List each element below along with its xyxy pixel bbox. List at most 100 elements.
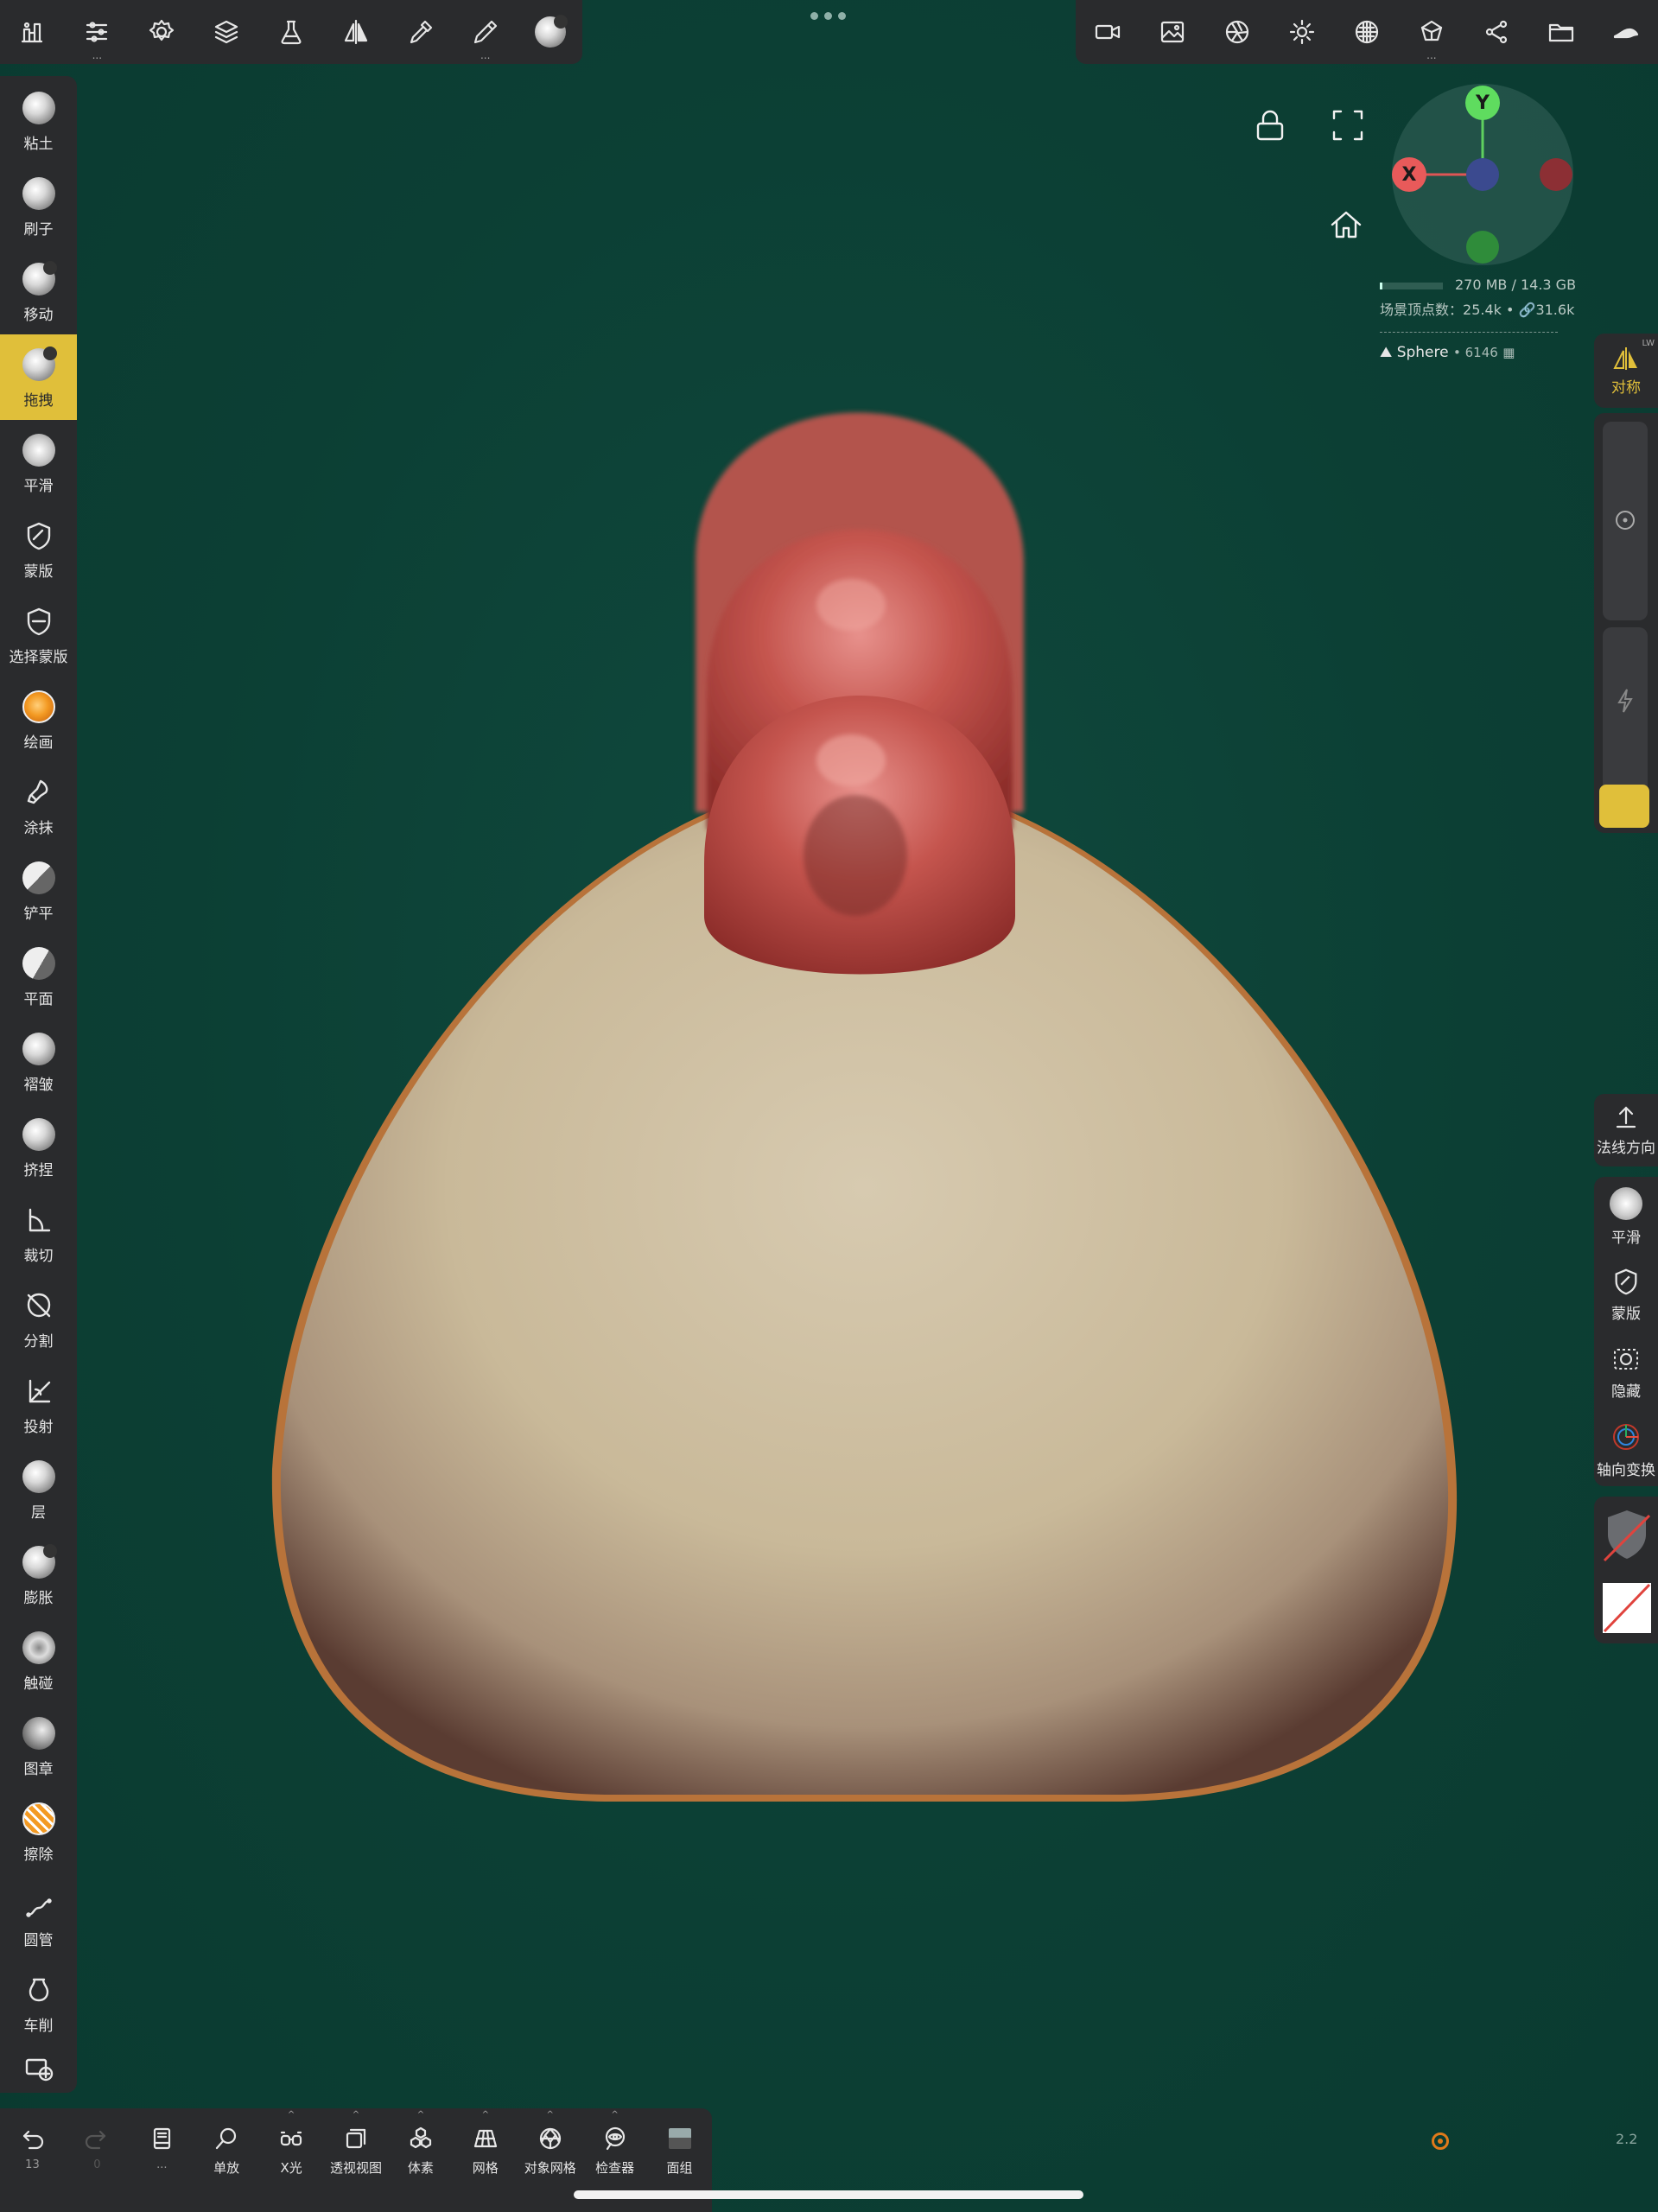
tool-pinch[interactable]: 挤捏 — [0, 1104, 77, 1190]
lock-icon[interactable] — [1253, 108, 1287, 146]
tool-trim[interactable]: 裁切 — [0, 1190, 77, 1275]
symmetry-toggle[interactable]: LW 对称 — [1594, 334, 1658, 408]
wireframe-button[interactable]: ^ 对象网格 — [518, 2108, 582, 2212]
y-axis-handle[interactable]: Y — [1465, 86, 1500, 120]
tool-sidebar: 粘土 刷子 移动 拖拽 平滑 蒙版 选择蒙版 绘画 涂抹 铲平 平面 褶皱 挤捏… — [0, 76, 77, 2093]
picker-icon[interactable] — [388, 0, 453, 64]
tool-planar[interactable]: 平面 — [0, 933, 77, 1019]
record-indicator[interactable] — [1432, 2133, 1449, 2150]
material-ball-icon[interactable] — [518, 0, 582, 64]
symmetry-icon — [1613, 346, 1637, 370]
more-menu-dots[interactable] — [810, 12, 846, 20]
tool-split[interactable]: 分割 — [0, 1275, 77, 1361]
home-indicator[interactable] — [574, 2190, 1083, 2199]
sliders-icon[interactable]: ... — [65, 0, 130, 64]
tool-paint[interactable]: 绘画 — [0, 677, 77, 762]
fullscreen-icon[interactable] — [1331, 108, 1365, 146]
gear-icon[interactable] — [130, 0, 194, 64]
normal-direction-button[interactable]: 法线方向 — [1594, 1094, 1658, 1166]
tool-drag[interactable]: 拖拽 — [0, 334, 77, 420]
quick-gizmo-button[interactable]: 轴向变换 — [1594, 1412, 1658, 1488]
tool-mask[interactable]: 蒙版 — [0, 505, 77, 591]
hide-icon — [1614, 1348, 1638, 1370]
sphere-grid-icon[interactable] — [1335, 0, 1400, 64]
wireframe-icon — [539, 2127, 561, 2150]
tool-clay[interactable]: 粘土 — [0, 78, 77, 163]
tool-move[interactable]: 移动 — [0, 249, 77, 334]
neg-y-axis-handle[interactable] — [1466, 231, 1499, 264]
home-icon[interactable] — [1329, 207, 1363, 245]
pen-icon[interactable]: ... — [453, 0, 518, 64]
tool-select-mask[interactable]: 选择蒙版 — [0, 591, 77, 677]
layer-icon — [22, 1460, 55, 1493]
caret-up-icon: ^ — [416, 2110, 425, 2120]
scene-stats: 270 MB / 14.3 GB 场景顶点数：25.4k • 🔗31.6k — [1380, 276, 1577, 318]
tool-layer[interactable]: 层 — [0, 1446, 77, 1532]
scene-icon[interactable] — [0, 0, 65, 64]
voxel-button[interactable]: ^ 体素 — [388, 2108, 453, 2212]
redo-button[interactable]: 0 — [65, 2108, 130, 2212]
add-tool-icon — [25, 2058, 53, 2082]
smooth-icon — [1610, 1186, 1642, 1220]
tool-crease[interactable]: 褶皱 — [0, 1019, 77, 1104]
quick-hide-button[interactable]: 隐藏 — [1594, 1334, 1658, 1410]
add-tool-button[interactable] — [0, 2045, 77, 2087]
z-axis-handle[interactable] — [1466, 158, 1499, 191]
material-color-panel — [1594, 1497, 1658, 1643]
quick-tools-panel: 平滑 蒙版 隐藏 轴向变换 — [1594, 1177, 1658, 1486]
pinch-icon — [22, 1118, 55, 1151]
camera-icon[interactable] — [1076, 0, 1140, 64]
quick-smooth-button[interactable]: 平滑 — [1594, 1179, 1658, 1255]
tool-smooth[interactable]: 平滑 — [0, 420, 77, 505]
tool-smudge[interactable]: 涂抹 — [0, 762, 77, 848]
share-nodes-icon[interactable] — [1464, 0, 1528, 64]
more-indicator: ... — [92, 49, 103, 61]
docs-button[interactable]: ... — [130, 2108, 194, 2212]
flatten-icon — [22, 861, 55, 894]
tool-inflate[interactable]: 膨胀 — [0, 1532, 77, 1618]
perspective-button[interactable]: ^ 透视视图 — [324, 2108, 389, 2212]
caret-up-icon: ^ — [352, 2110, 360, 2120]
axis-gizmo[interactable]: Y X — [1392, 84, 1573, 265]
tube-touch-icon — [22, 1631, 55, 1664]
solo-button[interactable]: 单放 — [194, 2108, 259, 2212]
image-icon[interactable] — [1140, 0, 1205, 64]
mask-icon — [27, 522, 50, 550]
tool-tube[interactable]: 圆管 — [0, 1874, 77, 1960]
mesh-info[interactable]: ⛰ Sphere • 6146 ▦ — [1380, 344, 1515, 361]
grid-icon — [473, 2129, 497, 2148]
material-swatch[interactable] — [1603, 1507, 1651, 1562]
flask-icon[interactable] — [259, 0, 324, 64]
neg-x-axis-handle[interactable] — [1540, 158, 1572, 191]
color-swatch[interactable] — [1603, 1583, 1651, 1633]
tool-lathe[interactable]: 车削 — [0, 1960, 77, 2045]
tool-flatten[interactable]: 铲平 — [0, 848, 77, 933]
memory-bar — [1380, 282, 1443, 289]
intensity-fill[interactable] — [1599, 785, 1649, 828]
sun-icon[interactable] — [1270, 0, 1335, 64]
grid-button[interactable]: ^ 网格 — [453, 2108, 518, 2212]
tool-stamp[interactable]: 图章 — [0, 1703, 77, 1789]
tool-erase[interactable]: 擦除 — [0, 1789, 77, 1874]
shading-icon[interactable]: ... — [1399, 0, 1464, 64]
symmetry-icon[interactable] — [323, 0, 388, 64]
shield-material-icon — [1603, 1510, 1651, 1562]
tool-brush[interactable]: 刷子 — [0, 163, 77, 249]
app-logo-icon[interactable] — [1593, 0, 1658, 64]
layers-icon[interactable] — [194, 0, 259, 64]
radius-slider[interactable] — [1603, 422, 1648, 620]
clay-icon — [22, 92, 55, 124]
caret-up-icon: ^ — [481, 2110, 489, 2120]
undo-button[interactable]: 13 — [0, 2108, 65, 2212]
x-axis-handle[interactable]: X — [1392, 157, 1426, 192]
tool-project[interactable]: 投射 — [0, 1361, 77, 1446]
folder-icon[interactable] — [1528, 0, 1593, 64]
aperture-icon[interactable] — [1205, 0, 1270, 64]
tube-icon — [25, 1898, 52, 1917]
facegroup-icon — [668, 2128, 691, 2149]
xray-button[interactable]: ^ X光 — [259, 2108, 324, 2212]
divider — [1380, 332, 1558, 333]
quick-mask-button[interactable]: 蒙版 — [1594, 1256, 1658, 1332]
tool-touch[interactable]: 触碰 — [0, 1618, 77, 1703]
gizmo-icon — [1613, 1423, 1639, 1450]
